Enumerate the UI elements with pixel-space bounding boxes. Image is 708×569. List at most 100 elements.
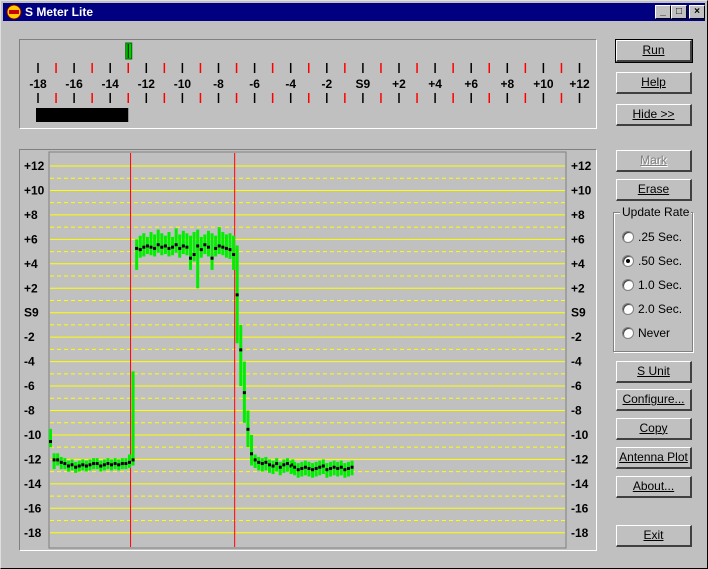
signal-value-point (63, 462, 67, 466)
signal-value-point (221, 245, 225, 249)
y-axis-label-right: +4 (571, 257, 585, 271)
signal-value-point (282, 463, 286, 467)
antenna-plot-button[interactable]: Antenna Plot (616, 447, 692, 469)
signal-value-point (239, 348, 243, 352)
y-axis-label-right: +8 (571, 208, 585, 222)
signal-value-point (214, 246, 218, 250)
y-axis-label-right: -10 (571, 428, 589, 442)
y-axis-label-left: -8 (24, 404, 35, 418)
signal-value-point (153, 246, 157, 250)
meter-scale-label: -2 (321, 77, 332, 91)
configure-button[interactable]: Configure... (616, 389, 692, 411)
signal-value-point (95, 462, 99, 466)
meter-scale-label: -10 (174, 77, 192, 91)
signal-value-point (206, 245, 210, 249)
run-button[interactable]: Run (615, 39, 693, 63)
signal-range-bar (149, 232, 153, 256)
y-axis-label-right: +10 (571, 183, 592, 197)
signal-value-point (142, 245, 146, 249)
radio-icon (622, 231, 634, 243)
signal-value-point (293, 465, 297, 469)
app-window: S Meter Lite _ □ × -18 -16 -14 -12 -10 -8 -6 -4… (0, 0, 708, 569)
signal-value-point (210, 256, 214, 260)
signal-range-bar (224, 234, 228, 258)
signal-value-point (174, 243, 178, 247)
radio-icon (622, 279, 634, 291)
erase-button[interactable]: Erase (616, 179, 692, 201)
y-axis-label-left: +10 (24, 183, 45, 197)
signal-value-point (113, 462, 117, 466)
signal-value-point (138, 248, 142, 252)
signal-value-point (88, 463, 92, 467)
minimize-button[interactable]: _ (655, 5, 671, 19)
meter-scale: -18 -16 -14 -12 -10 -8 -6 -4 -2 S9 +2 +4 +6 +8 +10 +12 (29, 42, 590, 122)
signal-value-point (52, 458, 56, 462)
signal-value-point (232, 253, 236, 257)
signal-value-point (285, 462, 289, 466)
update-rate-group: Update Rate .25 Sec. .50 Sec. 1.0 Sec. 2.0 … (613, 205, 693, 352)
signal-value-point (84, 464, 88, 468)
s-unit-button[interactable]: S Unit (616, 361, 692, 383)
y-axis-label-right: -12 (571, 452, 589, 466)
signal-value-point (267, 463, 271, 467)
signal-value-point (271, 464, 275, 468)
signal-value-point (156, 243, 160, 247)
signal-value-point (49, 440, 52, 444)
signal-range-bar (167, 232, 171, 257)
signal-range-bar (221, 232, 225, 256)
signal-value-point (329, 466, 333, 470)
y-axis-label-left: -4 (24, 355, 35, 369)
y-axis-label-left: -16 (24, 501, 42, 515)
rate-option-label: Never (638, 326, 671, 340)
maximize-button[interactable]: □ (671, 5, 687, 19)
signal-value-point (343, 468, 347, 472)
y-axis-label-right: +12 (571, 159, 592, 173)
signal-value-point (102, 463, 106, 467)
signal-value-point (145, 244, 149, 248)
signal-range-bar (210, 233, 214, 270)
signal-range-bar (153, 234, 157, 257)
mark-button[interactable]: Mark (616, 150, 692, 172)
rate-option-label: 1.0 Sec. (638, 278, 683, 292)
signal-range-bar (196, 229, 200, 289)
signal-value-point (253, 458, 257, 462)
signal-value-point (346, 466, 350, 470)
signal-value-point (275, 462, 279, 466)
signal-value-point (171, 245, 175, 249)
title-bar[interactable]: S Meter Lite _ □ × (3, 3, 705, 21)
signal-value-point (167, 246, 171, 250)
signal-value-point (149, 245, 153, 249)
y-axis-label-left: -18 (24, 526, 42, 540)
exit-button[interactable]: Exit (616, 525, 692, 547)
copy-button[interactable]: Copy (616, 418, 692, 440)
signal-value-point (110, 463, 114, 467)
signal-value-point (124, 462, 128, 466)
plot-area (48, 151, 567, 549)
signal-value-point (99, 464, 103, 468)
signal-value-point (189, 256, 193, 260)
meter-scale-label: -12 (138, 77, 156, 91)
meter-scale-label: -4 (285, 77, 296, 91)
signal-value-point (185, 245, 189, 249)
signal-range-bar (192, 232, 196, 262)
signal-value-point (307, 466, 311, 470)
about-button[interactable]: About... (616, 476, 692, 498)
signal-range-bar (250, 434, 254, 466)
radio-icon (622, 255, 634, 267)
signal-value-point (264, 460, 268, 464)
hide-button[interactable]: Hide >> (616, 104, 692, 126)
signal-value-point (127, 460, 131, 464)
signal-range-bar (181, 230, 185, 255)
signal-value-point (325, 468, 329, 472)
close-button[interactable]: × (689, 5, 705, 19)
signal-range-bar (49, 428, 52, 448)
help-button[interactable]: Help (616, 72, 692, 94)
y-axis-label-left: -14 (24, 477, 42, 491)
y-axis-label-left: +2 (24, 281, 38, 295)
signal-value-point (318, 465, 322, 469)
close-icon: × (694, 6, 700, 17)
rate-option-label: .25 Sec. (638, 230, 683, 244)
minimize-icon: _ (660, 6, 666, 17)
y-axis-label-left: +6 (24, 232, 38, 246)
signal-range-bar (189, 235, 193, 270)
